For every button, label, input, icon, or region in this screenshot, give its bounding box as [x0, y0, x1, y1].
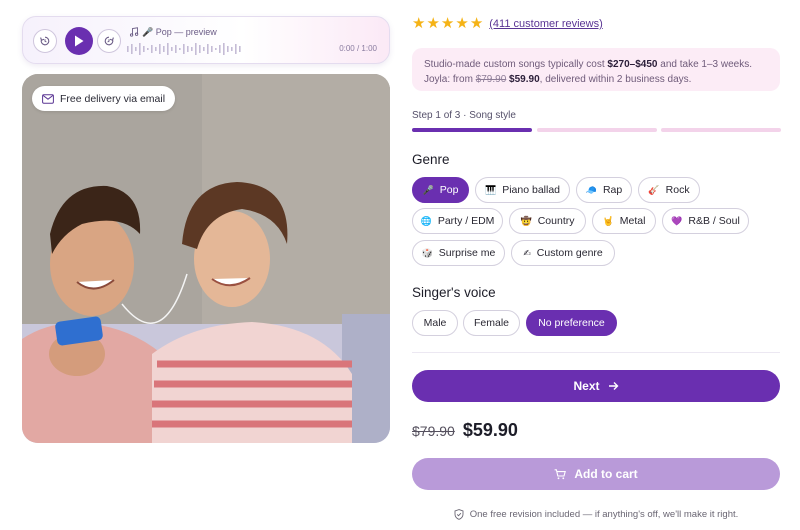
- add-to-cart-label: Add to cart: [574, 467, 638, 481]
- genre-chip-rnb-soul[interactable]: 💜 R&B / Soul: [662, 208, 749, 234]
- play-icon: [75, 35, 84, 47]
- add-to-cart-button[interactable]: Add to cart: [412, 458, 780, 490]
- hero-photo: Free delivery via email: [22, 74, 390, 443]
- rating-row: ★ ★ ★ ★ ★ (411 customer reviews): [412, 16, 603, 32]
- chip-label: Rock: [665, 184, 690, 196]
- genre-chip-piano-ballad[interactable]: 🎹 Piano ballad: [475, 177, 570, 203]
- mail-icon: [42, 93, 54, 104]
- cap-icon: 🧢: [585, 185, 597, 195]
- chip-label: Party / EDM: [437, 215, 495, 227]
- globe-icon: 🌐: [420, 216, 432, 226]
- chip-label: Pop: [439, 184, 459, 196]
- chip-label: R&B / Soul: [688, 215, 740, 227]
- rock-hand-icon: 🤘: [602, 216, 614, 226]
- shield-check-icon: [454, 509, 464, 520]
- promo-text: Joyla: from: [424, 74, 476, 85]
- forward-icon: [104, 36, 114, 46]
- microphone-icon: 🎤: [422, 185, 434, 195]
- voice-title: Singer's voice: [412, 285, 496, 300]
- chip-label: No preference: [538, 317, 605, 329]
- writing-hand-icon: ✍: [523, 248, 531, 258]
- promo-line-2: Joyla: from $79.90 $59.90, delivered wit…: [424, 72, 768, 87]
- step-label: Step 1 of 3 · Song style: [412, 110, 516, 121]
- dice-icon: 🎲: [421, 248, 433, 258]
- genre-chip-party-edm[interactable]: 🌐 Party / EDM: [412, 208, 503, 234]
- star-icon: ★: [440, 15, 455, 32]
- free-delivery-badge: Free delivery via email: [32, 86, 176, 111]
- genre-title: Genre: [412, 152, 450, 167]
- music-note-icon: [129, 27, 139, 37]
- star-icon: ★: [426, 15, 440, 32]
- arrow-right-icon: [608, 382, 618, 390]
- genre-chip-pop[interactable]: 🎤 Pop: [412, 177, 469, 203]
- promo-old-price: $79.90: [475, 74, 507, 85]
- revision-guarantee: One free revision included — if anything…: [412, 509, 780, 520]
- genre-chip-rap[interactable]: 🧢 Rap: [576, 177, 632, 203]
- star-rating: ★ ★ ★ ★ ★: [412, 16, 483, 32]
- chip-label: Male: [423, 317, 447, 329]
- promo-new-price: $59.90: [506, 74, 540, 85]
- rewind-button[interactable]: [33, 29, 57, 53]
- audio-preview-player: 🎤 Pop — preview 0:00 / 1:00: [22, 16, 390, 64]
- next-label: Next: [573, 379, 600, 393]
- chip-label: Female: [473, 317, 509, 329]
- track-label: 🎤 Pop — preview: [129, 27, 217, 38]
- genre-chip-country[interactable]: 🤠 Country: [509, 208, 586, 234]
- waveform[interactable]: [127, 42, 347, 56]
- price-comparison-note: Studio-made custom songs typically cost …: [412, 48, 780, 91]
- genre-chip-rock[interactable]: 🎸 Rock: [638, 177, 700, 203]
- reviews-link[interactable]: (411 customer reviews): [489, 18, 603, 30]
- next-button[interactable]: Next: [412, 370, 780, 402]
- track-label-text: 🎤 Pop — preview: [142, 27, 217, 37]
- star-icon: ★: [469, 15, 484, 32]
- genre-chip-surprise-me[interactable]: 🎲 Surprise me: [412, 240, 505, 266]
- genre-chip-custom-genre[interactable]: ✍ Custom genre: [511, 240, 615, 266]
- studio-price: $270–$450: [607, 59, 658, 70]
- voice-chip-female[interactable]: Female: [463, 310, 520, 336]
- chip-label: Rap: [602, 184, 623, 196]
- guarantee-text: One free revision included — if anything…: [469, 509, 739, 520]
- chip-label: Custom genre: [536, 247, 603, 259]
- piano-icon: 🎹: [484, 185, 497, 195]
- voice-chip-no-preference[interactable]: No preference: [526, 310, 617, 336]
- sale-price: $59.90: [462, 420, 518, 440]
- chip-label: Metal: [619, 215, 646, 227]
- star-icon: ★: [412, 15, 426, 32]
- purple-heart-icon: 💜: [671, 216, 683, 226]
- step-bar-1: [412, 128, 532, 132]
- chip-label: Country: [537, 215, 575, 227]
- price-row: $79.90 $59.90: [412, 420, 518, 441]
- promo-text: Studio-made custom songs typically cost: [424, 59, 608, 70]
- promo-text: , delivered within 2 business days.: [539, 74, 692, 85]
- guitar-icon: 🎸: [648, 185, 660, 195]
- star-icon: ★: [455, 15, 469, 32]
- chip-label: Surprise me: [438, 247, 496, 259]
- free-delivery-text: Free delivery via email: [60, 92, 166, 105]
- cart-icon: [554, 468, 567, 479]
- genre-chip-metal[interactable]: 🤘 Metal: [592, 208, 656, 234]
- step-bar-3: [661, 128, 781, 132]
- play-button[interactable]: [65, 27, 93, 55]
- step-bar-2: [537, 128, 657, 132]
- forward-button[interactable]: [97, 29, 121, 53]
- playback-time: 0:00 / 1:00: [339, 44, 377, 53]
- chip-label: Piano ballad: [502, 184, 560, 196]
- couple-illustration: [22, 74, 390, 443]
- voice-chip-male[interactable]: Male: [412, 310, 458, 336]
- original-price: $79.90: [412, 423, 455, 439]
- promo-line-1: Studio-made custom songs typically cost …: [424, 57, 768, 72]
- cowboy-icon: 🤠: [520, 216, 532, 226]
- rewind-icon: [40, 36, 50, 46]
- divider: [412, 352, 780, 353]
- promo-text: and take 1–3 weeks.: [657, 59, 752, 70]
